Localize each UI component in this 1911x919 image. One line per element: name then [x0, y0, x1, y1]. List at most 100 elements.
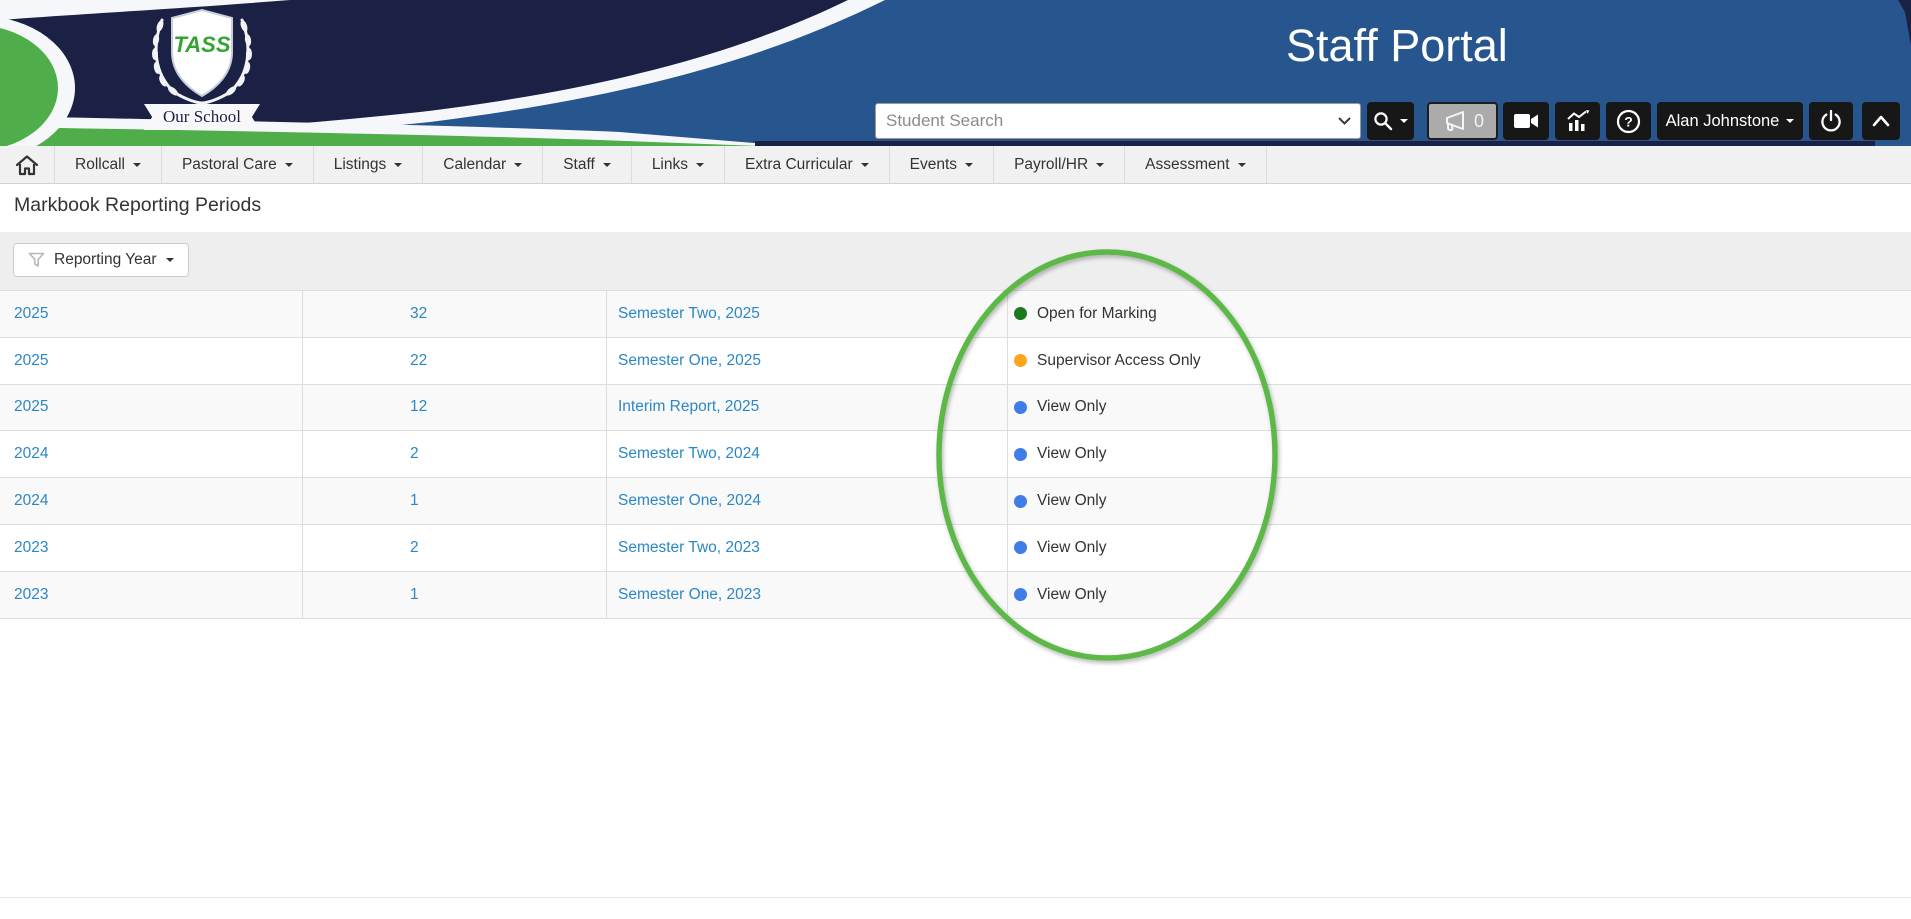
cell-reporting-year: 2023	[0, 572, 303, 618]
cell-reporting-year: 2024	[0, 478, 303, 524]
cell-status: Open for Marking	[1008, 291, 1911, 337]
period-count-link[interactable]: 2	[410, 539, 419, 557]
status-label: View Only	[1037, 492, 1107, 510]
cell-period-name: Semester One, 2025	[607, 338, 1008, 384]
collapse-header-button[interactable]	[1862, 102, 1900, 140]
reporting-year-link[interactable]: 2024	[14, 445, 48, 463]
table-row: 2025 32 Semester Two, 2025 Open for Marking	[0, 291, 1911, 338]
period-name-link[interactable]: Interim Report, 2025	[618, 398, 759, 416]
cell-period-name: Semester Two, 2024	[607, 431, 1008, 477]
search-button[interactable]	[1367, 102, 1414, 140]
period-name-link[interactable]: Semester Two, 2024	[618, 445, 760, 463]
period-name-link[interactable]: Semester One, 2025	[618, 352, 761, 370]
nav-item-label: Events	[910, 156, 957, 174]
cell-period-name: Semester One, 2024	[607, 478, 1008, 524]
cell-period-name: Semester Two, 2025	[607, 291, 1008, 337]
status-label: Open for Marking	[1037, 305, 1157, 323]
nav-item-label: Payroll/HR	[1014, 156, 1088, 174]
reporting-year-filter-button[interactable]: Reporting Year	[13, 243, 189, 277]
logout-button[interactable]	[1809, 102, 1853, 140]
cell-period-count: 2	[303, 525, 607, 571]
nav-item-label: Listings	[334, 156, 387, 174]
nav-item-events[interactable]: Events	[890, 146, 994, 183]
status-label: View Only	[1037, 398, 1107, 416]
reporting-year-link[interactable]: 2025	[14, 352, 48, 370]
filter-caret-icon	[166, 258, 174, 262]
portal-title: Staff Portal	[1286, 20, 1606, 72]
reporting-year-link[interactable]: 2023	[14, 586, 48, 604]
period-count-link[interactable]: 1	[410, 586, 419, 604]
nav-item-calendar[interactable]: Calendar	[423, 146, 543, 183]
period-name-link[interactable]: Semester Two, 2023	[618, 539, 760, 557]
nav-item-payroll-hr[interactable]: Payroll/HR	[994, 146, 1125, 183]
nav-item-rollcall[interactable]: Rollcall	[55, 146, 162, 183]
cell-status: Supervisor Access Only	[1008, 338, 1911, 384]
status-dot	[1014, 401, 1027, 414]
nav-caret-icon	[696, 163, 704, 167]
cell-period-count: 1	[303, 572, 607, 618]
cell-status: View Only	[1008, 525, 1911, 571]
header: TASS Our School Staff Portal Student Sea…	[0, 0, 1911, 146]
nav-item-pastoral-care[interactable]: Pastoral Care	[162, 146, 314, 183]
nav-item-listings[interactable]: Listings	[314, 146, 424, 183]
help-button[interactable]: ?	[1606, 102, 1651, 140]
user-menu-button[interactable]: Alan Johnstone	[1657, 102, 1803, 140]
user-name: Alan Johnstone	[1666, 112, 1780, 131]
reporting-year-link[interactable]: 2025	[14, 398, 48, 416]
period-name-link[interactable]: Semester One, 2023	[618, 586, 761, 604]
student-search-placeholder: Student Search	[876, 111, 1338, 131]
select-chevron-icon	[1338, 117, 1351, 125]
period-count-link[interactable]: 12	[410, 398, 427, 416]
student-search-input[interactable]: Student Search	[875, 103, 1361, 139]
status-dot	[1014, 495, 1027, 508]
cell-reporting-year: 2023	[0, 525, 303, 571]
table-row: 2025 12 Interim Report, 2025 View Only	[0, 385, 1911, 432]
reporting-year-link[interactable]: 2023	[14, 539, 48, 557]
reporting-year-link[interactable]: 2024	[14, 492, 48, 510]
notifications-button[interactable]: 0	[1427, 102, 1498, 140]
video-button[interactable]	[1503, 102, 1549, 140]
status-dot	[1014, 354, 1027, 367]
nav-caret-icon	[965, 163, 973, 167]
nav-caret-icon	[603, 163, 611, 167]
status-label: View Only	[1037, 445, 1107, 463]
period-count-link[interactable]: 1	[410, 492, 419, 510]
help-icon: ?	[1616, 109, 1641, 134]
nav-item-label: Assessment	[1145, 156, 1229, 174]
status-dot	[1014, 307, 1027, 320]
status-label: View Only	[1037, 586, 1107, 604]
period-count-link[interactable]: 32	[410, 305, 427, 323]
reporting-year-link[interactable]: 2025	[14, 305, 48, 323]
nav-caret-icon	[514, 163, 522, 167]
nav-item-label: Staff	[563, 156, 595, 174]
nav-item-label: Pastoral Care	[182, 156, 277, 174]
nav-item-extra-curricular[interactable]: Extra Curricular	[725, 146, 890, 183]
school-logo: TASS Our School	[140, 8, 264, 134]
nav-item-assessment[interactable]: Assessment	[1125, 146, 1266, 183]
period-count-link[interactable]: 22	[410, 352, 427, 370]
nav-item-links[interactable]: Links	[632, 146, 725, 183]
chart-icon	[1566, 110, 1590, 132]
user-caret-icon	[1786, 119, 1794, 123]
table-row: 2024 2 Semester Two, 2024 View Only	[0, 431, 1911, 478]
period-name-link[interactable]: Semester One, 2024	[618, 492, 761, 510]
cell-period-name: Semester One, 2023	[607, 572, 1008, 618]
nav-caret-icon	[394, 163, 402, 167]
cell-reporting-year: 2025	[0, 338, 303, 384]
search-caret-icon	[1400, 119, 1408, 123]
nav-item-staff[interactable]: Staff	[543, 146, 632, 183]
cell-period-count: 22	[303, 338, 607, 384]
analytics-button[interactable]	[1555, 102, 1600, 140]
page-title: Markbook Reporting Periods	[14, 194, 261, 217]
cell-period-name: Interim Report, 2025	[607, 385, 1008, 431]
cell-status: View Only	[1008, 431, 1911, 477]
period-count-link[interactable]: 2	[410, 445, 419, 463]
nav-item-home[interactable]	[0, 146, 55, 183]
period-name-link[interactable]: Semester Two, 2025	[618, 305, 760, 323]
cell-period-count: 1	[303, 478, 607, 524]
status-dot	[1014, 588, 1027, 601]
cell-period-count: 2	[303, 431, 607, 477]
status-label: Supervisor Access Only	[1037, 352, 1201, 370]
logo-banner-text: Our School	[163, 107, 241, 127]
nav-item-label: Calendar	[443, 156, 506, 174]
